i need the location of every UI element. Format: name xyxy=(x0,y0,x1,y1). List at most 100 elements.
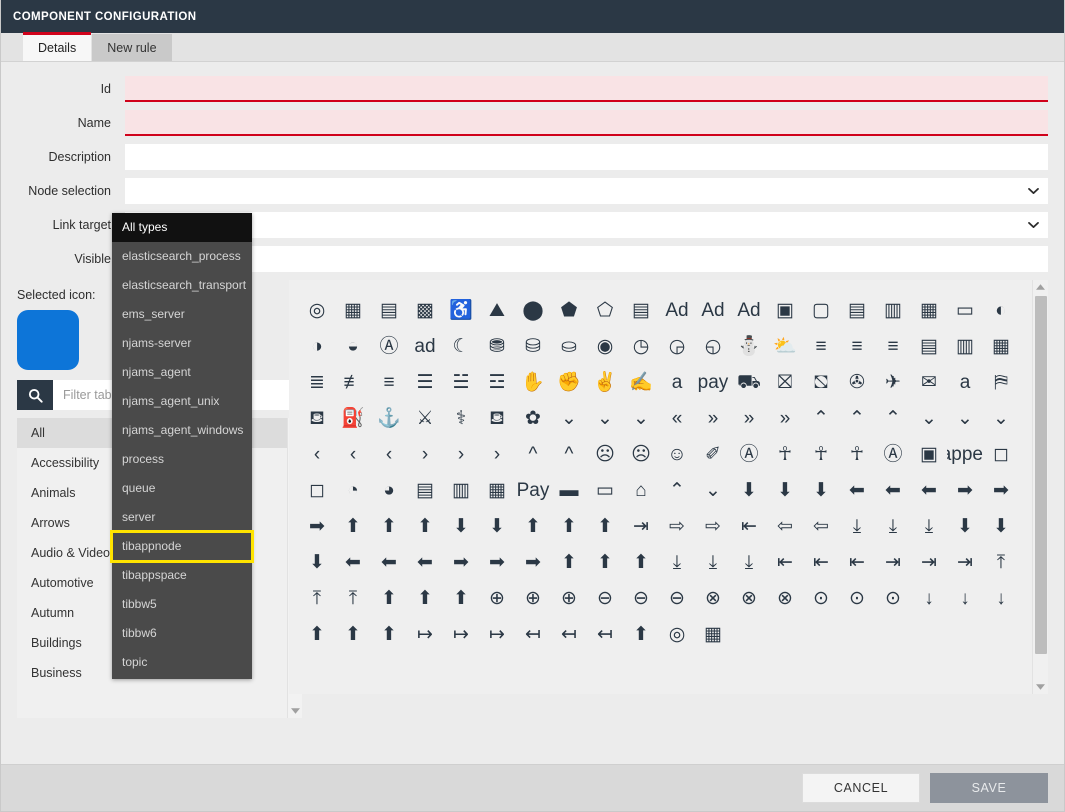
apple-crate-thin-icon[interactable]: ▦ xyxy=(479,472,515,508)
apple-crate-solid-icon[interactable]: ▤ xyxy=(407,472,443,508)
selected-icon-swatch[interactable] xyxy=(17,310,79,370)
dropdown-item-tibappspace[interactable]: tibappspace xyxy=(112,561,252,590)
ankh-line-icon[interactable]: ☥ xyxy=(803,436,839,472)
adjust-thin-icon[interactable]: ◒ xyxy=(335,328,371,364)
abacus-solid-icon[interactable]: ▦ xyxy=(335,292,371,328)
align-left-line-icon[interactable]: ≢ xyxy=(335,364,371,400)
id-card-solid-icon[interactable]: ▥ xyxy=(875,292,911,328)
ad-thin-icon[interactable]: Ad xyxy=(731,292,767,328)
address-book-line-icon[interactable]: ▤ xyxy=(839,292,875,328)
arrow-alt-circle-right-thin-icon[interactable]: ⬆ xyxy=(335,508,371,544)
arrow-circle-right-line-icon[interactable]: ⊙ xyxy=(803,580,839,616)
arrow-alt-to-left-line-icon[interactable]: ⇥ xyxy=(875,544,911,580)
amazon-icon[interactable]: a xyxy=(659,364,695,400)
description-input[interactable] xyxy=(125,144,1048,170)
address-book-solid-icon[interactable]: ▤ xyxy=(623,292,659,328)
arrow-alt-square-left-line-icon[interactable]: ➡ xyxy=(443,544,479,580)
arrow-alt-square-left-thin-icon[interactable]: ➡ xyxy=(479,544,515,580)
ankh-thin-icon[interactable]: ☥ xyxy=(839,436,875,472)
arrow-alt-to-bottom-solid-icon[interactable]: ⤓ xyxy=(731,544,767,580)
archive-thin-icon[interactable]: ⌂ xyxy=(623,472,659,508)
arrow-from-bottom-line-icon[interactable]: ↦ xyxy=(407,616,443,652)
angle-double-down-line-icon[interactable]: ⌄ xyxy=(587,400,623,436)
arrow-alt-from-left-solid-icon[interactable]: ⇨ xyxy=(695,508,731,544)
ambulance-thin-icon[interactable]: ⛞ xyxy=(803,364,839,400)
android-icon[interactable]: ⛾ xyxy=(479,400,515,436)
angle-up-solid-icon[interactable]: ^ xyxy=(515,436,551,472)
arrow-alt-from-top-solid-icon[interactable]: ⤓ xyxy=(911,508,947,544)
arrow-alt-circle-up-thin-icon[interactable]: ⬇ xyxy=(443,508,479,544)
hand-paper-solid-icon[interactable]: ✊ xyxy=(551,364,587,400)
arrow-circle-down-line-icon[interactable]: ⊖ xyxy=(587,580,623,616)
node-selection-select[interactable] xyxy=(125,178,1048,204)
align-right-thin-icon[interactable]: ☲ xyxy=(479,364,515,400)
arrow-alt-circle-left-solid-icon[interactable]: ⬅ xyxy=(875,472,911,508)
icon-scroll-up-arrow-icon[interactable] xyxy=(1033,280,1048,294)
air-freshener-solid-icon[interactable]: ⛃ xyxy=(479,328,515,364)
archway-thin-icon[interactable]: ⬇ xyxy=(731,472,767,508)
address-card-line-icon[interactable]: ▢ xyxy=(803,292,839,328)
dropdown-item-queue[interactable]: queue xyxy=(112,474,252,503)
angle-left-line-icon[interactable]: ‹ xyxy=(335,436,371,472)
ad-line-icon[interactable]: Ad xyxy=(695,292,731,328)
tab-details[interactable]: Details xyxy=(23,32,92,61)
ambulance-solid-icon[interactable]: ⛟ xyxy=(731,364,767,400)
angry-solid-icon[interactable]: ☹ xyxy=(587,436,623,472)
american-sign-language-thin-icon[interactable]: ✉ xyxy=(911,364,947,400)
icon-scroll-down-arrow-icon[interactable] xyxy=(1033,680,1048,694)
arrow-alt-circle-left-thin-icon[interactable]: ➡ xyxy=(947,472,983,508)
arrow-circle-up-line-icon[interactable]: ↓ xyxy=(911,580,947,616)
arrow-alt-from-bottom-thin-icon[interactable]: ⇨ xyxy=(659,508,695,544)
arrow-alt-from-bottom-line-icon[interactable]: ⇥ xyxy=(623,508,659,544)
alarm-clock-solid-icon[interactable]: ◷ xyxy=(623,328,659,364)
dropdown-item-all-types[interactable]: All types xyxy=(112,213,252,242)
dropdown-item-tibbw6[interactable]: tibbw6 xyxy=(112,619,252,648)
alarm-clock-thin-icon[interactable]: ◵ xyxy=(695,328,731,364)
align-justify-thin-icon[interactable]: ▦ xyxy=(983,328,1019,364)
angle-up-double-solid-icon[interactable]: ⌃ xyxy=(803,400,839,436)
arrow-alt-square-left-solid-icon[interactable]: ⬅ xyxy=(407,544,443,580)
address-card-outline-icon[interactable]: ▭ xyxy=(947,292,983,328)
angle-down-thin-icon[interactable]: ⌄ xyxy=(983,400,1019,436)
angle-up-double-line-icon[interactable]: ⌃ xyxy=(839,400,875,436)
dropdown-item-njams-agent[interactable]: njams_agent xyxy=(112,358,252,387)
abacus-line-icon[interactable]: ▤ xyxy=(371,292,407,328)
arrow-alt-circle-up-line-icon[interactable]: ⬆ xyxy=(407,508,443,544)
visible-input[interactable] xyxy=(125,246,1048,272)
arrow-from-left-line-icon[interactable]: ↤ xyxy=(515,616,551,652)
arrow-alt-square-right-solid-icon[interactable]: ➡ xyxy=(515,544,551,580)
acquisitions-icon[interactable]: ⛰ xyxy=(479,292,515,328)
hand-paper-line-icon[interactable]: ✌ xyxy=(587,364,623,400)
arrow-circle-down-thin-icon[interactable]: ⊖ xyxy=(623,580,659,616)
hand-paper-thin-icon[interactable]: ✍ xyxy=(623,364,659,400)
arrow-alt-down-line-icon[interactable]: ⬆ xyxy=(515,508,551,544)
arrow-alt-to-top-solid-icon[interactable]: ⤒ xyxy=(335,580,371,616)
ankh-solid-icon[interactable]: ☥ xyxy=(767,436,803,472)
arrow-alt-square-down-thin-icon[interactable]: ⬅ xyxy=(371,544,407,580)
link-target-select[interactable] xyxy=(125,212,1048,238)
name-input[interactable] xyxy=(125,110,1048,136)
arrow-from-bottom-thin-icon[interactable]: ↦ xyxy=(443,616,479,652)
align-left-solid-icon[interactable]: ≣ xyxy=(299,364,335,400)
arrow-alt-circle-down-thin-icon[interactable]: ⬅ xyxy=(839,472,875,508)
arrow-alt-to-bottom-thin-icon[interactable]: ⇤ xyxy=(803,544,839,580)
arrow-circle-up-solid-icon[interactable]: ⊙ xyxy=(875,580,911,616)
arrow-down-thin-icon[interactable]: ⬆ xyxy=(335,616,371,652)
app-store-ios-icon[interactable]: ▣ xyxy=(911,436,947,472)
arrow-from-bottom-solid-icon[interactable]: ⬆ xyxy=(371,616,407,652)
angle-left-solid-icon[interactable]: ‹ xyxy=(299,436,335,472)
dropdown-item-njams-server[interactable]: njams-server xyxy=(112,329,252,358)
arrow-down-solid-icon[interactable]: ↓ xyxy=(983,580,1019,616)
acorn-thin-icon[interactable]: ⬠ xyxy=(587,292,623,328)
tab-new-rule[interactable]: New rule xyxy=(92,34,172,61)
arrow-alt-up-solid-icon[interactable]: ⬆ xyxy=(443,580,479,616)
arrow-alt-square-down-solid-icon[interactable]: ⬇ xyxy=(299,544,335,580)
angle-double-down-thin-icon[interactable]: ⌄ xyxy=(623,400,659,436)
dropdown-item-elasticsearch-process[interactable]: elasticsearch_process xyxy=(112,242,252,271)
arrow-alt-square-right-line-icon[interactable]: ⬆ xyxy=(551,544,587,580)
air-freshener-line-icon[interactable]: ⛁ xyxy=(515,328,551,364)
arrow-circle-right-thin-icon[interactable]: ⊙ xyxy=(839,580,875,616)
adversal-icon[interactable]: Ⓐ xyxy=(371,328,407,364)
icon-scrollbar-thumb[interactable] xyxy=(1035,296,1047,654)
angle-double-right-thin-icon[interactable]: » xyxy=(767,400,803,436)
